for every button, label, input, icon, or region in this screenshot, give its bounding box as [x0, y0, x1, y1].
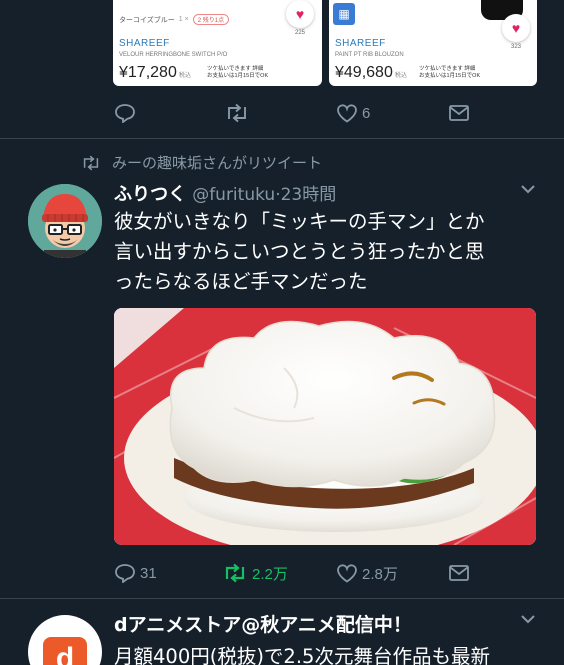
stock-chip: 2 残り1点	[192, 14, 230, 25]
retweet-context[interactable]: みーの趣味垢さんがリツイート	[80, 152, 322, 173]
retweet-context-text: みーの趣味垢さんがリツイート	[112, 154, 323, 172]
quantity: 1 ×	[178, 16, 189, 23]
tweet-text: 月額400円(税抜)で2.5次元舞台作品も最新	[114, 645, 490, 665]
like-count: 2.8万	[362, 565, 398, 583]
handle[interactable]: @furituku	[192, 185, 275, 205]
tweet-text-line: ったらなるほど手マンだった	[114, 270, 368, 293]
reply-button[interactable]: 31	[114, 562, 157, 584]
grid-icon[interactable]: ▦	[333, 3, 355, 25]
like-count: 6	[362, 104, 371, 122]
payment-note-line: ツケ払いできます 詳細	[419, 66, 476, 72]
brand-name: SHAREEF	[335, 38, 386, 49]
product-card[interactable]: ▦ ♥ 323 SHAREEF PAINT PT RIB BLOUZON ¥49…	[329, 0, 537, 86]
media-photo	[114, 308, 536, 545]
tweet-text-line: 言い出すからこいつとうとう狂ったかと思	[114, 240, 485, 263]
retweet-count: 2.2万	[252, 565, 288, 583]
favorite-count: 323	[510, 44, 521, 50]
retweet-icon	[222, 563, 248, 583]
tweet-actions: 31 2.2万 2.8万	[0, 562, 564, 584]
tweet-divider	[0, 138, 564, 139]
swatch-row: ターコイズブルー 1 × 2 残り1点	[119, 14, 230, 25]
payment-note-line: ツケ払いできます 詳細	[207, 66, 264, 72]
tweet-text: 彼女がいきなり「ミッキーの手マン」とか 言い出すからこいつとうとう狂ったかと思 …	[114, 207, 534, 297]
product-card[interactable]: ターコイズブルー 1 × 2 残り1点 ♥ 225 SHAREEF VELOUR…	[113, 0, 322, 86]
avatar[interactable]: d	[28, 615, 102, 665]
reply-icon	[114, 103, 136, 123]
top-tweet[interactable]: ターコイズブルー 1 × 2 残り1点 ♥ 225 SHAREEF VELOUR…	[0, 0, 564, 140]
mail-icon	[448, 564, 470, 582]
retweet-button[interactable]: 2.2万	[222, 562, 288, 584]
tweet-actions: 6	[0, 102, 564, 124]
heart-icon: ♥	[502, 14, 530, 42]
favorite-badge[interactable]: ♥ 323	[501, 14, 531, 62]
timestamp[interactable]: 23時間	[281, 180, 337, 205]
tweet-text-line: 彼女がいきなり「ミッキーの手マン」とか	[114, 210, 485, 233]
price: ¥49,680 税込	[335, 64, 407, 82]
tweet-header: ふりつく @furituku · 23時間	[114, 180, 336, 206]
favorite-badge[interactable]: ♥ 225	[285, 0, 315, 48]
price-value: ¥49,680	[335, 64, 393, 81]
brand-name: SHAREEF	[119, 38, 170, 49]
share-button[interactable]	[448, 102, 470, 124]
payment-note: ツケ払いできます 詳細 お支払いは1月15日でOK	[419, 66, 480, 80]
heart-outline-icon	[336, 563, 358, 583]
chevron-down-icon[interactable]	[520, 184, 536, 194]
product-cards: ターコイズブルー 1 × 2 残り1点 ♥ 225 SHAREEF VELOUR…	[113, 0, 537, 86]
avatar[interactable]	[28, 184, 102, 258]
d-anime-logo: d	[43, 637, 87, 665]
reply-count: 31	[140, 564, 157, 582]
heart-icon: ♥	[286, 0, 314, 28]
tweet-media[interactable]	[114, 308, 536, 545]
reply-icon	[114, 563, 136, 583]
favorite-count: 225	[294, 30, 305, 36]
payment-note-line: お支払いは1月15日でOK	[419, 73, 481, 79]
avatar-illustration	[28, 184, 102, 258]
tweet-divider	[0, 598, 564, 599]
share-button[interactable]	[448, 562, 470, 584]
display-name[interactable]: ふりつく	[114, 180, 186, 206]
display-name[interactable]: dアニメストア@秋アニメ配信中！	[114, 610, 412, 637]
chevron-down-icon[interactable]	[520, 614, 536, 624]
tax-label: 税込	[178, 73, 191, 79]
retweet-button[interactable]	[224, 102, 250, 124]
reply-button[interactable]	[114, 102, 136, 124]
price-value: ¥17,280	[119, 64, 177, 81]
product-name: VELOUR HERRINGBONE SWITCH P/O	[119, 52, 228, 58]
price: ¥17,280 税込	[119, 64, 191, 82]
payment-note-line: お支払いは1月15日でOK	[207, 73, 269, 79]
like-button[interactable]: 6	[336, 102, 370, 124]
retweet-icon	[224, 103, 250, 123]
like-button[interactable]: 2.8万	[336, 562, 398, 584]
tax-label: 税込	[394, 73, 407, 79]
product-name: PAINT PT RIB BLOUZON	[335, 52, 404, 58]
mail-icon	[448, 104, 470, 122]
retweet-icon	[80, 155, 102, 171]
color-label: ターコイズブルー	[119, 16, 175, 24]
heart-outline-icon	[336, 103, 358, 123]
payment-note: ツケ払いできます 詳細 お支払いは1月15日でOK	[207, 66, 268, 80]
